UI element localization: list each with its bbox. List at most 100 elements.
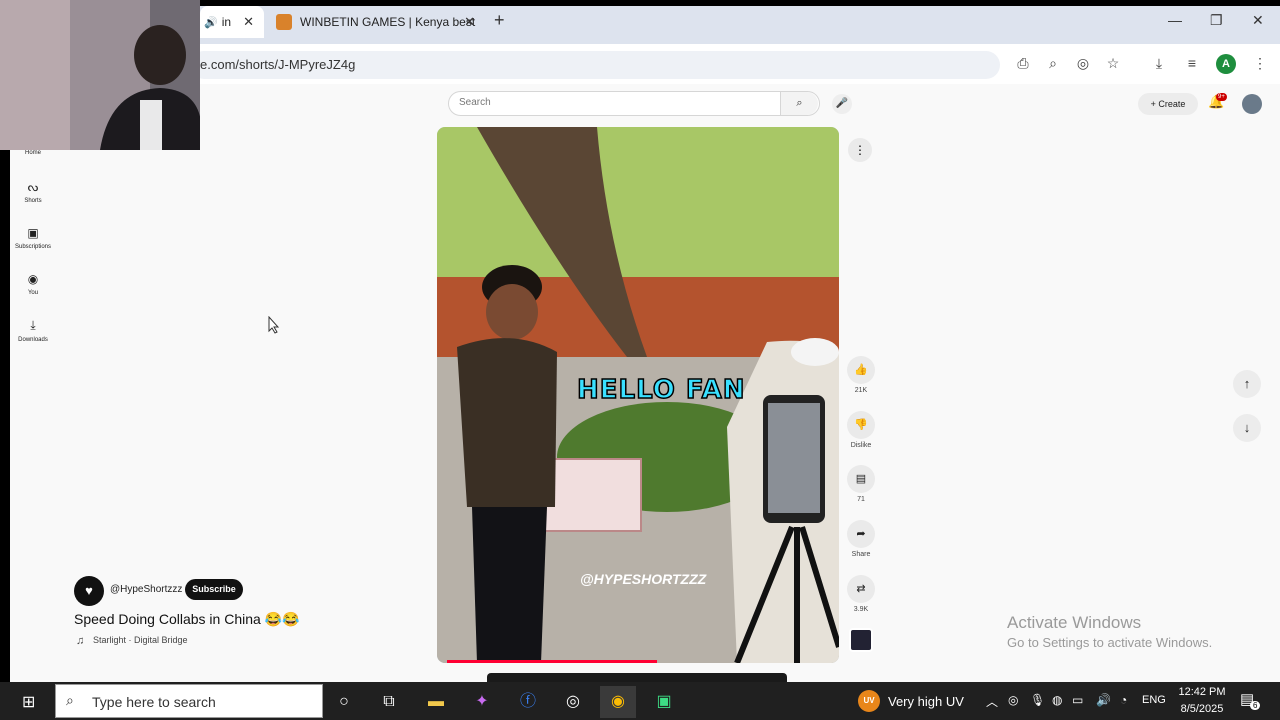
share-label: Share xyxy=(851,551,871,558)
music-note-icon: ♫ xyxy=(76,635,85,647)
close-tab-icon[interactable]: ✕ xyxy=(243,14,254,30)
chrome-icon[interactable]: ◉ xyxy=(600,686,636,718)
like-count: 21K xyxy=(854,387,868,394)
sidebar-item-shorts[interactable]: ᔓ Shorts xyxy=(14,180,52,204)
sidebar-item-label: Home xyxy=(24,150,41,156)
share-icon: ➦ xyxy=(847,520,875,548)
mouse-cursor-icon xyxy=(268,316,280,334)
clock-date[interactable]: 8/5/2025 xyxy=(1178,703,1226,715)
network-icon[interactable]: ◔ xyxy=(1120,693,1127,707)
sound-thumbnail[interactable] xyxy=(849,628,873,652)
share-button[interactable]: ➦ Share xyxy=(846,520,876,558)
volume-icon[interactable]: 🔊 xyxy=(1096,693,1111,707)
eye-off-icon[interactable]: ◎ xyxy=(1073,55,1093,72)
video-progress-bar[interactable] xyxy=(447,660,657,663)
cortana-icon[interactable]: ○ xyxy=(326,686,362,718)
task-view-icon[interactable]: ⧉ xyxy=(371,686,407,718)
webcam-person-image xyxy=(0,0,200,150)
thumbs-up-icon: 👍 xyxy=(847,356,875,384)
dislike-label: Dislike xyxy=(850,442,872,449)
copilot-icon[interactable]: ✦ xyxy=(464,686,500,718)
subscribe-button[interactable]: Subscribe xyxy=(185,579,243,600)
like-button[interactable]: 👍 21K xyxy=(846,356,876,394)
activate-windows-subtitle: Go to Settings to activate Windows. xyxy=(1007,635,1213,650)
microphone-tray-icon[interactable]: 🎙 xyxy=(1030,693,1045,707)
tab-label: WINBETIN GAMES | Kenya best xyxy=(300,15,476,29)
close-tab-icon[interactable]: ✕ xyxy=(464,14,475,30)
sidebar-item-label: You xyxy=(27,290,39,296)
sidebar-item-subscriptions[interactable]: ▣ Subscriptions xyxy=(14,226,52,250)
comment-icon: ▤ xyxy=(847,465,875,493)
new-tab-icon[interactable]: + xyxy=(494,10,505,31)
sidebar-item-label: Downloads xyxy=(18,337,48,343)
menu-dots-icon[interactable]: ⋮ xyxy=(1250,55,1270,72)
close-window-icon[interactable]: ✕ xyxy=(1252,12,1264,29)
weather-uv-icon[interactable]: UV xyxy=(858,690,880,712)
sidebar-item-label: Shorts xyxy=(24,198,42,204)
download-icon[interactable]: ⤓ xyxy=(1149,55,1169,72)
winbetin-favicon-icon xyxy=(276,14,292,30)
subscriptions-icon: ▣ xyxy=(27,226,39,240)
create-label: Create xyxy=(1158,99,1186,109)
webcam-overlay xyxy=(0,0,200,150)
notification-badge: 9+ xyxy=(1216,93,1227,101)
restore-icon[interactable]: ❐ xyxy=(1210,12,1223,29)
short-video-player[interactable]: HELLO FAN @HYPESHORTZZZ xyxy=(437,127,839,663)
speaker-icon: 🔊 xyxy=(204,16,218,29)
account-avatar[interactable] xyxy=(1242,94,1262,114)
sidebar-item-you[interactable]: ◉ You xyxy=(14,272,52,296)
create-button[interactable]: + Create xyxy=(1138,93,1198,115)
tab-winbetin[interactable]: WINBETIN GAMES | Kenya best ✕ xyxy=(270,6,485,38)
more-options-icon[interactable]: ⋮ xyxy=(848,138,872,162)
sidebar-item-label: Subscriptions xyxy=(14,244,52,250)
sidebar-item-downloads[interactable]: ⤓ Downloads xyxy=(14,318,52,343)
search-input[interactable] xyxy=(448,91,820,116)
search-icon: ⌕ xyxy=(66,692,74,708)
windows-start-icon[interactable]: ⊞ xyxy=(22,692,35,712)
short-title[interactable]: Speed Doing Collabs in China 😂😂 xyxy=(74,611,300,628)
remix-icon: ⇄ xyxy=(847,575,875,603)
microphone-icon[interactable]: 🎤 xyxy=(832,94,852,114)
remix-button[interactable]: ⇄ 3.9K xyxy=(846,575,876,613)
activate-windows-title: Activate Windows xyxy=(1007,613,1142,632)
next-short-icon[interactable]: ↓ xyxy=(1233,414,1261,442)
previous-short-icon[interactable]: ↑ xyxy=(1233,370,1261,398)
webcam-tray-icon[interactable]: ◍ xyxy=(1052,693,1062,707)
dislike-button[interactable]: 👎 Dislike xyxy=(846,411,876,449)
thumbs-down-icon: 👎 xyxy=(847,411,875,439)
comments-button[interactable]: ▤ 71 xyxy=(846,465,876,503)
search-icon[interactable]: ⌕ xyxy=(780,92,818,115)
media-control-icon[interactable]: ≡ xyxy=(1182,55,1202,71)
clock-time[interactable]: 12:42 PM xyxy=(1178,686,1226,698)
caption-overlay: HELLO FAN xyxy=(576,374,746,406)
show-hidden-icons-icon[interactable]: ︿ xyxy=(986,693,998,710)
url-text[interactable]: e.com/shorts/J-MPyreJZ4g xyxy=(200,57,355,72)
search-placeholder: Search xyxy=(459,97,491,108)
comment-count: 71 xyxy=(857,496,865,503)
remix-count: 3.9K xyxy=(853,606,869,613)
obs-icon[interactable]: ◎ xyxy=(555,686,591,718)
tab-label: in xyxy=(221,15,232,29)
file-explorer-icon[interactable]: ▬ xyxy=(418,686,454,718)
channel-name[interactable]: @HypeShortzzz xyxy=(110,584,182,595)
android-app-icon[interactable]: ▣ xyxy=(646,686,682,718)
weather-status[interactable]: Very high UV xyxy=(888,694,964,709)
obs-tray-icon[interactable]: ◎ xyxy=(1008,693,1018,707)
facebook-icon[interactable]: ⓕ xyxy=(510,686,546,718)
music-track[interactable]: Starlight · Digital Bridge xyxy=(93,635,188,645)
downloads-icon: ⤓ xyxy=(30,318,36,332)
zoom-icon[interactable]: ⌕ xyxy=(1043,55,1063,72)
minimize-icon[interactable]: — xyxy=(1168,12,1182,28)
video-watermark: @HYPESHORTZZZ xyxy=(580,571,707,587)
install-app-icon[interactable]: ⎙ xyxy=(1013,55,1033,72)
input-language[interactable]: ENG xyxy=(1142,694,1166,706)
tab-youtube-short[interactable]: 🔊 in ✕ xyxy=(200,6,264,38)
shorts-icon: ᔓ xyxy=(27,180,39,194)
bookmark-star-icon[interactable]: ☆ xyxy=(1103,55,1123,72)
battery-icon[interactable]: ▭ xyxy=(1072,693,1083,707)
screen: 🔊 in ✕ WINBETIN GAMES | Kenya best ✕ + —… xyxy=(0,0,1280,720)
taskbar-search-placeholder: Type here to search xyxy=(92,694,216,710)
you-icon: ◉ xyxy=(27,272,39,286)
channel-avatar[interactable]: ♥ xyxy=(74,576,104,606)
profile-avatar[interactable]: A xyxy=(1216,54,1236,74)
